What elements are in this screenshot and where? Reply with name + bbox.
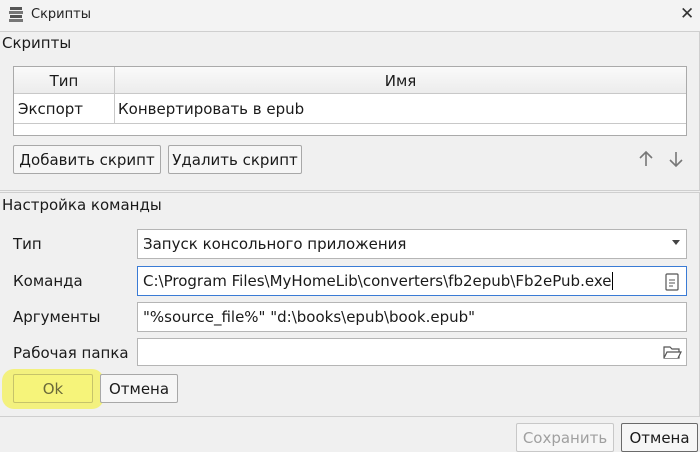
type-label: Тип xyxy=(13,235,42,253)
arrow-up-icon[interactable] xyxy=(636,149,656,169)
ok-button[interactable]: Ok xyxy=(13,374,93,403)
command-label: Команда xyxy=(13,272,83,290)
folder-open-icon[interactable] xyxy=(662,342,682,362)
scripts-group-title: Скрипты xyxy=(2,34,72,52)
table-row[interactable]: Экспорт Конвертировать в epub xyxy=(14,94,686,124)
window-title: Скрипты xyxy=(31,7,91,22)
text-caret xyxy=(612,272,614,290)
arguments-input-value: "%source_file%" "d:\books\epub\book.epub… xyxy=(143,308,476,326)
delete-script-button[interactable]: Удалить скрипт xyxy=(168,145,302,174)
table-header: Тип Имя xyxy=(14,67,686,94)
command-input-value: C:\Program Files\MyHomeLib\converters\fb… xyxy=(143,272,612,290)
title-bar: Скрипты ✕ xyxy=(0,0,700,31)
column-header-type[interactable]: Тип xyxy=(14,72,114,90)
arguments-input[interactable]: "%source_file%" "d:\books\epub\book.epub… xyxy=(137,302,687,332)
close-icon[interactable]: ✕ xyxy=(680,4,694,24)
cancel-button[interactable]: Отмена xyxy=(621,423,698,452)
file-browse-icon[interactable] xyxy=(662,272,682,292)
arguments-label: Аргументы xyxy=(13,308,101,326)
scripts-table: Тип Имя Экспорт Конвертировать в epub xyxy=(13,66,687,136)
command-cancel-button[interactable]: Отмена xyxy=(100,374,178,403)
add-script-button[interactable]: Добавить скрипт xyxy=(13,145,161,174)
row-name-cell[interactable]: Конвертировать в epub xyxy=(118,100,304,118)
cell-divider xyxy=(114,94,115,123)
workdir-input[interactable] xyxy=(137,338,687,366)
chevron-down-icon[interactable] xyxy=(672,240,680,245)
app-books-icon xyxy=(9,7,23,22)
save-button[interactable]: Сохранить xyxy=(516,423,614,452)
workdir-label: Рабочая папка xyxy=(13,344,129,362)
command-group-title: Настройка команды xyxy=(2,196,162,214)
type-dropdown[interactable]: Запуск консольного приложения xyxy=(137,229,687,259)
command-input[interactable]: C:\Program Files\MyHomeLib\converters\fb… xyxy=(137,266,687,296)
type-dropdown-value: Запуск консольного приложения xyxy=(143,235,407,253)
arrow-down-icon[interactable] xyxy=(666,149,686,169)
column-header-name[interactable]: Имя xyxy=(115,72,686,90)
row-type-cell[interactable]: Экспорт xyxy=(18,100,83,118)
